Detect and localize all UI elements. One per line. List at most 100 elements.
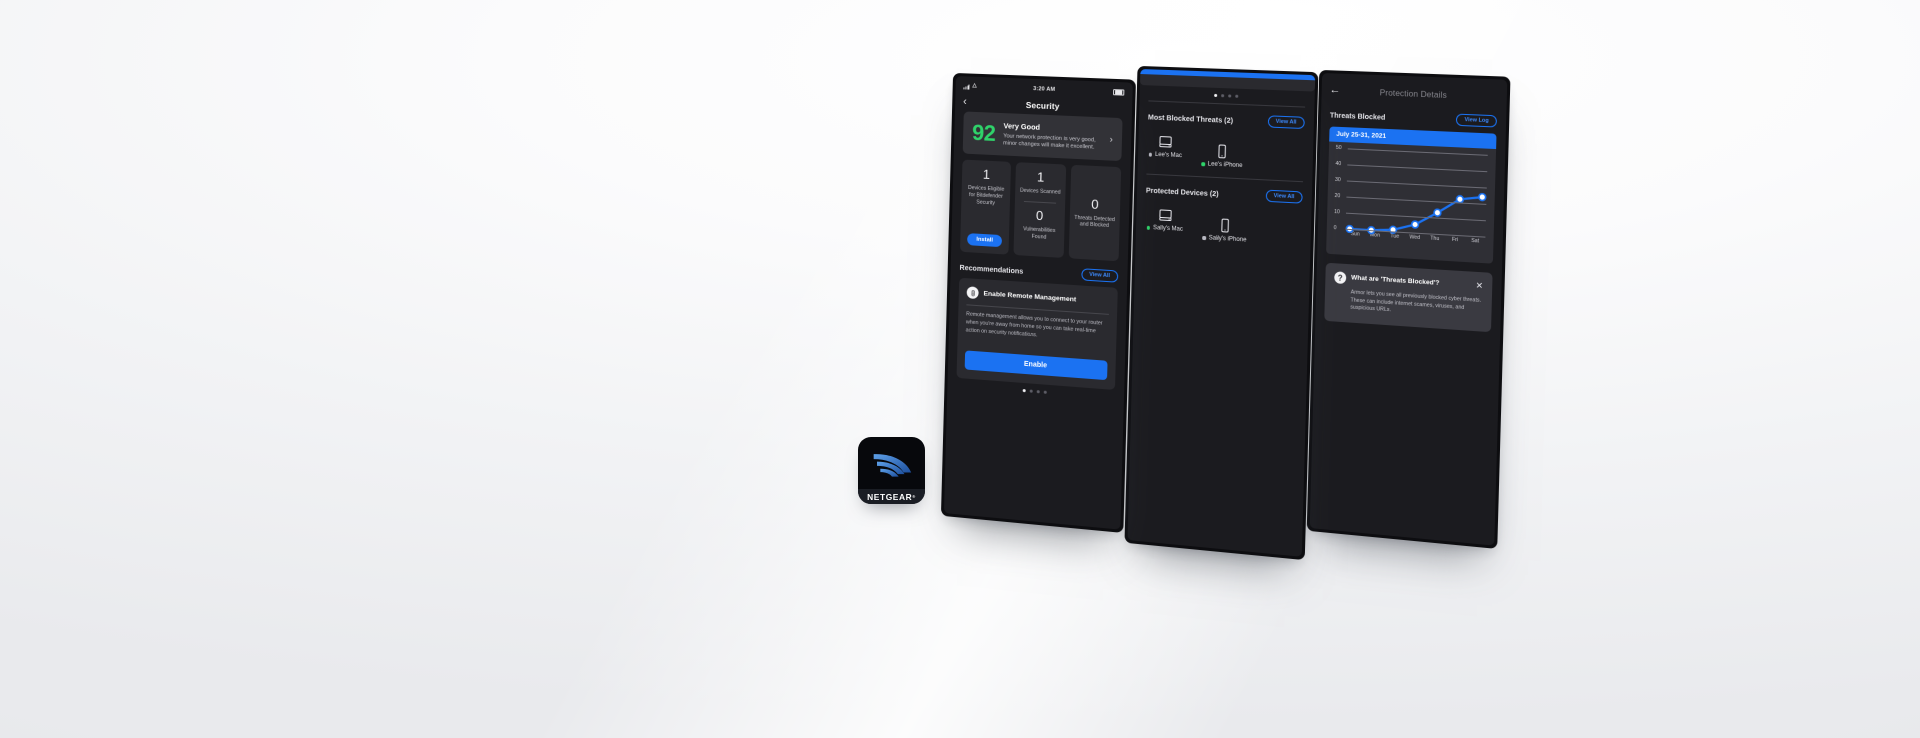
tile-number: 1	[1036, 169, 1045, 186]
help-card: ? What are 'Threats Blocked'? ✕ Armor le…	[1324, 262, 1493, 333]
back-chevron-icon[interactable]: ‹	[963, 95, 967, 107]
netgear-app-icon[interactable]: NETGEAR ®	[858, 437, 925, 504]
desktop-icon	[1158, 134, 1173, 150]
chart-x-tick-label: Sat	[1471, 237, 1480, 245]
enable-button[interactable]: Enable	[964, 350, 1108, 381]
most-blocked-header: Most Blocked Threats (2) View All	[1147, 110, 1305, 130]
chart-data-point[interactable]	[1412, 221, 1419, 228]
chart-data-point[interactable]	[1479, 194, 1486, 201]
pagination-dot[interactable]	[1214, 93, 1218, 98]
score-description: Your network protection is very good, mi…	[1002, 132, 1096, 151]
tile-eligible-devices: 1 Devices Eligible for Bitdefender Secur…	[959, 159, 1012, 255]
status-dot	[1201, 162, 1205, 166]
score-value: 92	[971, 119, 996, 147]
pagination-dot[interactable]	[1221, 94, 1225, 98]
chart-body: 0 10 20 30 40 50 Sun Mon Tue Wed Thu Fri Sat	[1326, 142, 1496, 264]
desktop-icon	[1158, 207, 1173, 223]
netgear-wordmark: NETGEAR ®	[858, 489, 925, 504]
view-all-button[interactable]: View All	[1265, 189, 1303, 204]
battery-icon	[1112, 88, 1125, 96]
chart-y-tick-label: 20	[1334, 192, 1341, 200]
pagination-dot[interactable]	[1022, 389, 1026, 393]
back-arrow-icon[interactable]: ←	[1329, 83, 1340, 95]
most-blocked-device-list: Lee's Mac Lee's iPhone	[1147, 127, 1305, 174]
section-title: Most Blocked Threats (2)	[1147, 111, 1234, 125]
phone-icon	[1215, 144, 1230, 160]
view-log-button[interactable]: View Log	[1456, 113, 1498, 128]
phone-security-overview: △ 3:20 AM ‹ Security 92 Very Good Your n…	[940, 72, 1136, 533]
status-time: 3:20 AM	[1033, 86, 1056, 93]
phone2-screen: Most Blocked Threats (2) View All Lee's …	[1127, 68, 1316, 557]
question-icon: ?	[1334, 271, 1347, 285]
score-text: Very Good Your network protection is ver…	[1003, 121, 1102, 152]
phone3-screen: ← Protection Details Threats Blocked Vie…	[1309, 73, 1508, 546]
stat-tiles: 1 Devices Eligible for Bitdefender Secur…	[959, 159, 1122, 262]
phone-devices: Most Blocked Threats (2) View All Lee's …	[1124, 65, 1319, 561]
status-left: △	[963, 82, 977, 90]
recommendation-body: Remote management allows you to connect …	[965, 311, 1103, 339]
status-dot	[1146, 226, 1151, 230]
chart-y-tick-label: 10	[1334, 209, 1340, 216]
list-item[interactable]: Lee's iPhone	[1201, 143, 1244, 169]
pagination-dot[interactable]	[1029, 389, 1033, 394]
protected-devices-header: Protected Devices (2) View All	[1146, 184, 1303, 204]
phone-protection-details: ← Protection Details Threats Blocked Vie…	[1306, 69, 1511, 549]
phone-stage: ← Protection Details Threats Blocked Vie…	[0, 0, 1920, 738]
list-item[interactable]: Sally's Mac	[1146, 207, 1184, 240]
chart-x-tick-label: Tue	[1390, 233, 1400, 240]
list-item[interactable]: Lee's Mac	[1148, 134, 1183, 167]
status-dot	[1202, 236, 1206, 240]
chart-line-series	[1346, 148, 1488, 236]
chart-x-tick-label: Mon	[1369, 232, 1381, 239]
chart-x-tick-label: Thu	[1430, 235, 1440, 243]
threats-chart-card: July 25-31, 2021 0 10 20 30 40 50 Sun Mon Tue We…	[1326, 126, 1497, 264]
pagination-dot[interactable]	[1043, 390, 1047, 395]
chart-plot-area: 0 10 20 30 40 50	[1334, 145, 1488, 236]
chart-y-tick-label: 40	[1335, 160, 1342, 168]
threats-blocked-header: Threats Blocked View Log	[1329, 108, 1498, 128]
close-icon[interactable]: ✕	[1476, 280, 1484, 291]
security-score-card[interactable]: 92 Very Good Your network protection is …	[962, 111, 1123, 162]
list-item[interactable]: Sally's iPhone	[1202, 217, 1247, 243]
device-label: Sally's Mac	[1146, 225, 1183, 233]
chart-y-tick-label: 50	[1335, 144, 1342, 152]
recommendation-card: Enable Remote Management Remote manageme…	[956, 278, 1118, 391]
phone-icon	[1217, 218, 1232, 234]
wifi-icon: △	[972, 82, 977, 90]
divider	[1023, 200, 1057, 204]
tile-number: 0	[1091, 195, 1099, 212]
tile-number: 1	[982, 166, 991, 183]
page-title: Security	[1025, 99, 1060, 111]
chart-x-tick-label: Wed	[1409, 234, 1421, 242]
protected-device-list: Sally's Mac Sally's iPhone	[1145, 201, 1303, 249]
section-title: Threats Blocked	[1329, 109, 1386, 122]
chart-data-point[interactable]	[1434, 209, 1441, 216]
remote-icon	[966, 286, 979, 300]
view-all-button[interactable]: View All	[1267, 115, 1305, 130]
install-button[interactable]: Install	[967, 233, 1003, 248]
view-all-button[interactable]: View All	[1080, 268, 1119, 283]
device-label: Sally's iPhone	[1202, 235, 1246, 243]
pagination-dot[interactable]	[1036, 390, 1040, 394]
netgear-wave-icon	[858, 437, 925, 489]
section-title: Protected Devices (2)	[1145, 185, 1219, 198]
tile-threats-detected: 0 Threats Detected and Blocked	[1068, 165, 1122, 262]
signal-bars-icon	[963, 84, 970, 90]
pagination-dot[interactable]	[1228, 94, 1232, 98]
tile-label: Threats Detected and Blocked	[1074, 214, 1115, 230]
chart-y-tick-label: 30	[1334, 176, 1341, 184]
device-label: Lee's iPhone	[1201, 161, 1243, 169]
chart-y-tick-label: 0	[1333, 225, 1337, 232]
help-title: What are 'Threats Blocked'?	[1351, 274, 1440, 287]
pagination-dot[interactable]	[1235, 94, 1239, 98]
phone1-screen: △ 3:20 AM ‹ Security 92 Very Good Your n…	[943, 76, 1133, 530]
tile-label: Devices Eligible for Bitdefender Securit…	[967, 185, 1005, 207]
recommendation-title: Enable Remote Management	[983, 290, 1077, 304]
chevron-right-icon[interactable]: ›	[1110, 134, 1113, 144]
tile-label: Devices Scanned	[1019, 187, 1061, 197]
section-title: Recommendations	[959, 262, 1024, 276]
page-title: Protection Details	[1379, 86, 1448, 100]
help-body: Armor lets you see all previously blocke…	[1350, 289, 1482, 314]
tile-number-secondary: 0	[1035, 207, 1044, 224]
device-label: Lee's Mac	[1148, 152, 1182, 159]
